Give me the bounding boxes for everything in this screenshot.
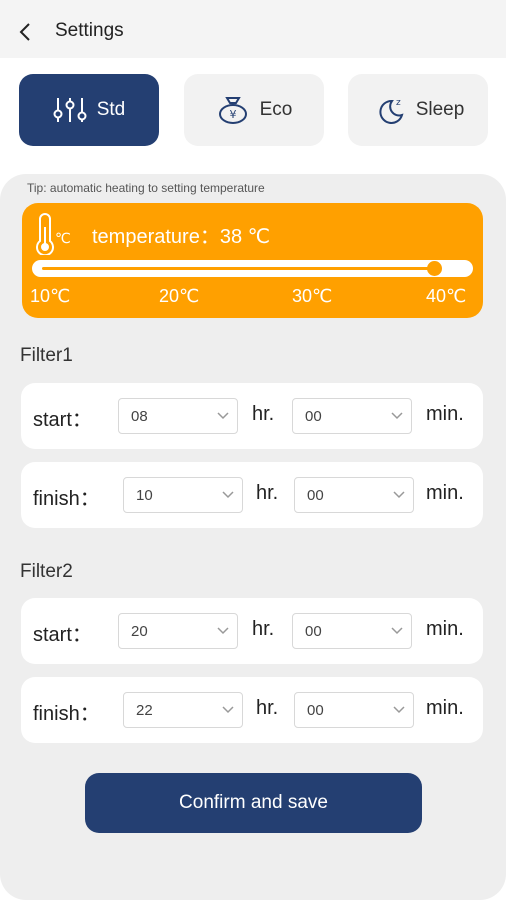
select-value: 22 [136,702,153,719]
filter1-start-minute-select[interactable]: 00 [292,398,412,434]
start-label: start： [33,624,92,646]
slider-thumb[interactable] [427,261,443,276]
select-value: 20 [131,623,148,640]
chevron-down-icon [391,412,403,420]
thermometer-icon: ℃ [36,213,71,255]
filter1-finish-minute-select[interactable]: 00 [294,477,414,513]
hour-unit: hr. [256,697,279,719]
chevron-down-icon [391,627,403,635]
chevron-down-icon [393,491,405,499]
tip-text: Tip: automatic heating to setting temper… [27,181,265,195]
tick-label: 20℃ [159,286,200,306]
tick-label: 10℃ [30,286,71,306]
mode-std-label: Std [96,99,126,120]
filter1-finish-hour-select[interactable]: 10 [123,477,243,513]
hour-unit: hr. [252,618,275,640]
mode-sleep-label: Sleep [415,99,465,120]
moon-icon: z [379,98,404,124]
tick-label: 30℃ [292,286,333,306]
mode-std-button[interactable]: Std [19,74,159,146]
hour-unit: hr. [256,482,279,504]
tick-label: 40℃ [426,286,467,306]
slider-fill [42,267,435,270]
filter1-start-row: start： 08 hr. 00 min. [21,383,483,449]
select-value: 00 [305,623,322,640]
filter2-finish-row: finish： 22 hr. 00 min. [21,677,483,743]
page-title: Settings [55,20,124,41]
chevron-down-icon [217,627,229,635]
chevron-down-icon [217,412,229,420]
svg-text:℃: ℃ [55,231,71,247]
confirm-save-button[interactable]: Confirm and save [85,773,422,833]
svg-text:¥: ¥ [229,108,236,121]
select-value: 00 [305,408,322,425]
filter1-title: Filter1 [20,345,73,366]
temperature-slider[interactable] [32,260,473,277]
select-value: 08 [131,408,148,425]
temperature-label: temperature：38 ℃ [92,226,271,248]
back-button[interactable] [14,20,36,44]
hour-unit: hr. [252,403,275,425]
chevron-down-icon [393,706,405,714]
temperature-card: ℃ temperature：38 ℃ 10℃ 20℃ 30℃ 40℃ [22,203,483,318]
select-value: 10 [136,487,153,504]
money-bag-icon: ¥ [218,97,247,124]
svg-text:z: z [396,98,401,108]
filter1-finish-row: finish： 10 hr. 00 min. [21,462,483,528]
select-value: 00 [307,487,324,504]
sliders-icon [53,98,87,122]
filter2-finish-hour-select[interactable]: 22 [123,692,243,728]
filter1-start-hour-select[interactable]: 08 [118,398,238,434]
filter2-start-hour-select[interactable]: 20 [118,613,238,649]
filter2-start-row: start： 20 hr. 00 min. [21,598,483,664]
finish-label: finish： [33,703,100,725]
select-value: 00 [307,702,324,719]
mode-eco-button[interactable]: ¥ Eco [184,74,324,146]
start-label: start： [33,409,92,431]
minute-unit: min. [426,403,464,425]
minute-unit: min. [426,482,464,504]
chevron-left-icon [19,23,30,41]
filter2-finish-minute-select[interactable]: 00 [294,692,414,728]
chevron-down-icon [222,491,234,499]
filter2-start-minute-select[interactable]: 00 [292,613,412,649]
minute-unit: min. [426,697,464,719]
minute-unit: min. [426,618,464,640]
finish-label: finish： [33,488,100,510]
mode-eco-label: Eco [259,99,293,120]
filter2-title: Filter2 [20,561,73,582]
header: Settings [0,0,506,58]
chevron-down-icon [222,706,234,714]
mode-sleep-button[interactable]: z Sleep [348,74,488,146]
